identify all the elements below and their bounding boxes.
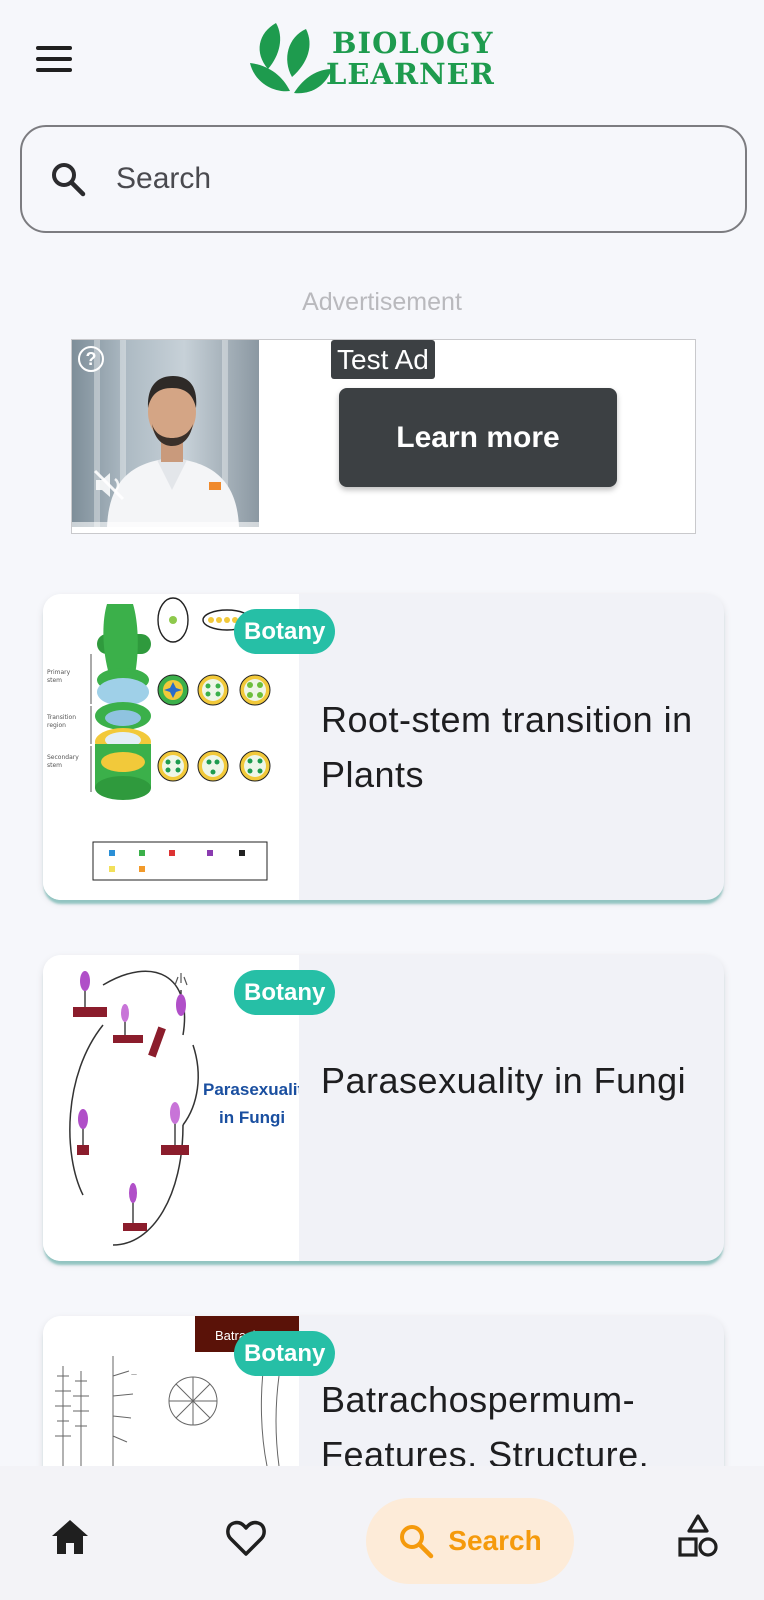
- mute-icon[interactable]: [92, 468, 126, 502]
- search-bar[interactable]: [20, 125, 747, 233]
- svg-text:Secondary: Secondary: [47, 754, 79, 761]
- ad-video-thumbnail[interactable]: ?: [72, 340, 259, 527]
- category-badge: Botany: [234, 1331, 336, 1376]
- ad-progress-bar: [72, 522, 259, 527]
- svg-text:—: —: [131, 1371, 137, 1378]
- ad-tag: Test Ad: [331, 340, 435, 379]
- category-badge: Botany: [234, 609, 336, 654]
- app-header: BIOLOGY LEARNER: [0, 0, 764, 118]
- logo-text: BIOLOGY LEARNER: [326, 28, 495, 90]
- thumb-text-line-2: in Fungi: [219, 1108, 285, 1127]
- bottom-navigation: Search: [0, 1466, 764, 1600]
- leaves-logo-icon: [250, 23, 332, 94]
- svg-text:Primary: Primary: [47, 669, 71, 676]
- article-card[interactable]: Primary stem Transition region Secondary…: [43, 594, 724, 900]
- svg-text:stem: stem: [47, 762, 62, 769]
- article-title: Parasexuality in Fungi: [321, 1060, 687, 1101]
- learn-more-button[interactable]: Learn more: [339, 388, 617, 487]
- svg-text:Transition: Transition: [46, 714, 76, 721]
- svg-text:region: region: [47, 722, 66, 729]
- thumb-text-line-1: Parasexuality: [203, 1080, 299, 1099]
- search-icon: [400, 1525, 434, 1559]
- home-icon[interactable]: [48, 1516, 92, 1560]
- ad-banner[interactable]: ? Test Ad Learn more: [71, 339, 696, 534]
- logo-line-2: LEARNER: [326, 57, 495, 91]
- logo-line-1: BIOLOGY: [332, 26, 494, 60]
- ad-info-icon[interactable]: ?: [78, 346, 104, 372]
- article-card[interactable]: Parasexuality in Fungi Botany Parasexual…: [43, 955, 724, 1261]
- category-badge: Botany: [234, 970, 336, 1015]
- categories-icon[interactable]: [676, 1512, 720, 1560]
- svg-text:stem: stem: [47, 677, 62, 684]
- advertisement-label: Advertisement: [302, 288, 462, 316]
- nav-search-button[interactable]: Search: [366, 1498, 574, 1584]
- search-icon: [52, 163, 86, 197]
- search-input[interactable]: [116, 162, 676, 196]
- biology-learner-logo[interactable]: BIOLOGY LEARNER: [246, 18, 495, 100]
- hamburger-menu-icon[interactable]: [36, 46, 72, 72]
- article-title: Root-stem transition in Plants: [321, 699, 693, 795]
- heart-icon[interactable]: [224, 1516, 268, 1560]
- nav-search-label: Search: [448, 1525, 542, 1556]
